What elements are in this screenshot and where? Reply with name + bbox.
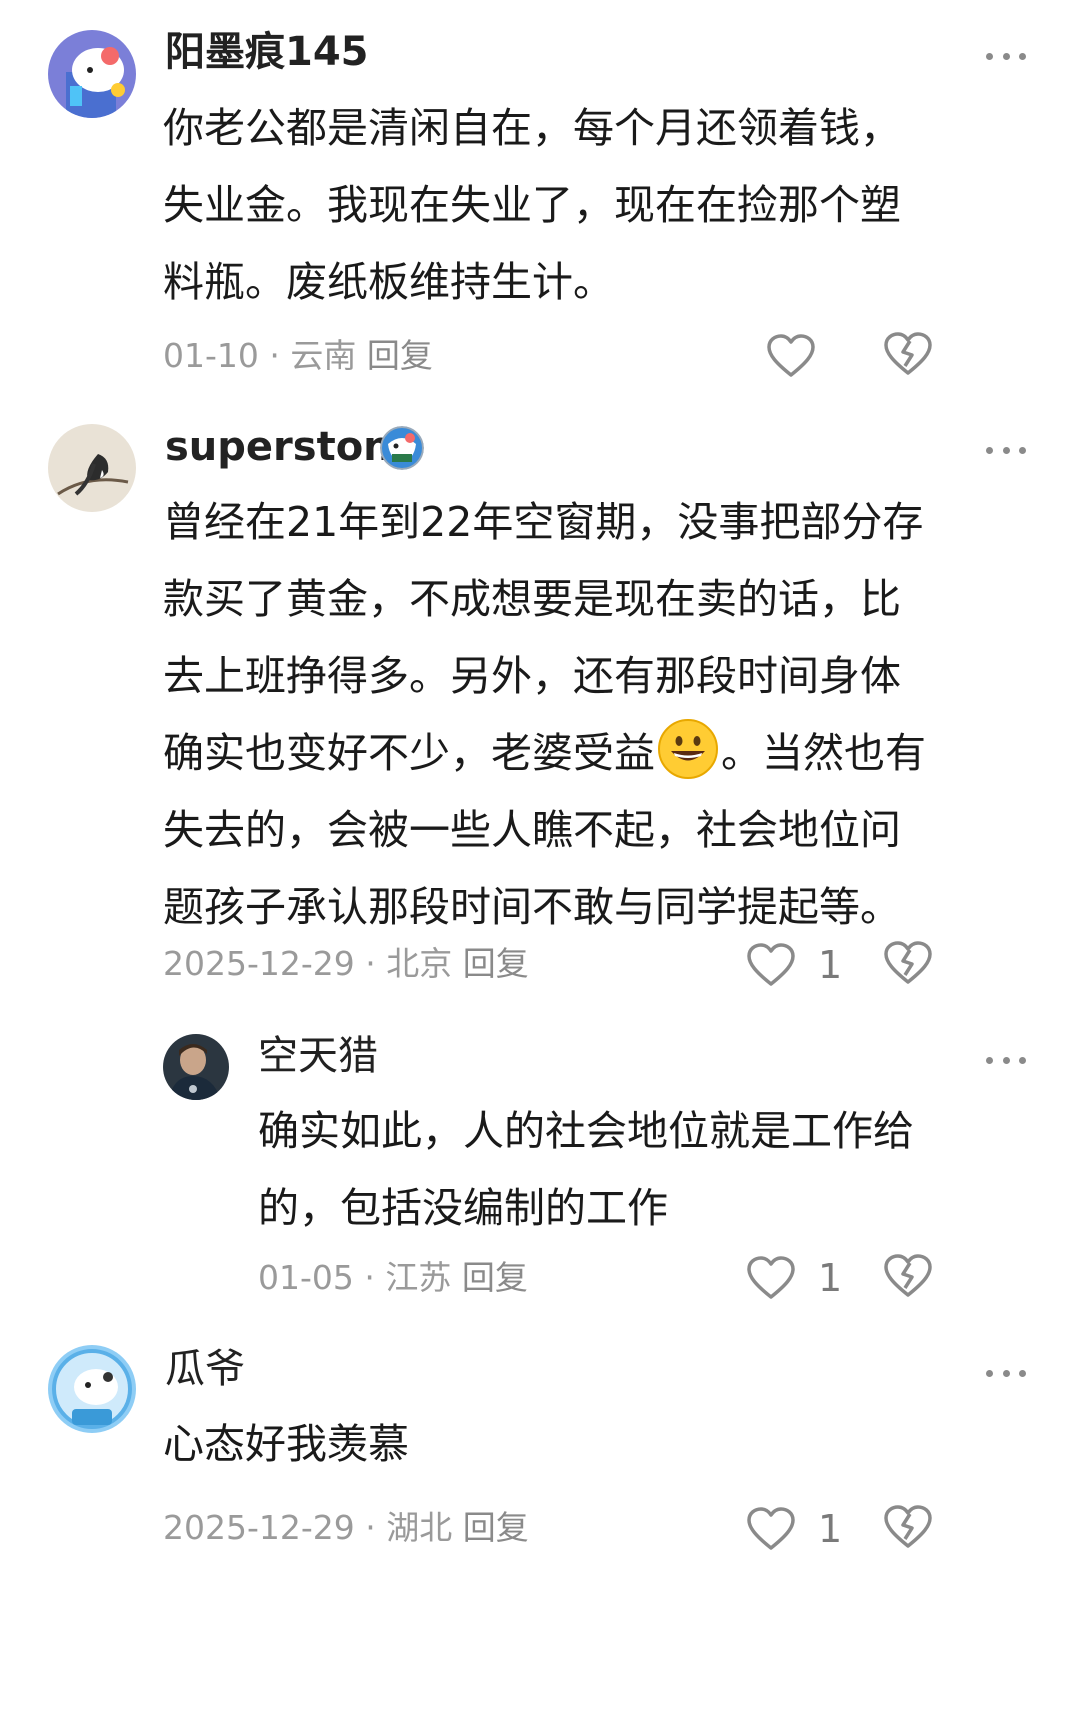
comment-line: 心态好我羡慕 <box>163 1420 409 1468</box>
comment-4: 瓜爷 心态好我羡慕 2025-12-29 · 湖北 回复 1 <box>0 0 1080 1714</box>
reply-button[interactable]: 回复 <box>463 1508 529 1547</box>
username[interactable]: 瓜爷 <box>165 1345 245 1393</box>
dislike-button[interactable] <box>883 1504 933 1550</box>
comment-location: 湖北 <box>386 1508 453 1547</box>
broken-heart-icon <box>884 1505 932 1548</box>
user-avatar[interactable] <box>48 1345 136 1433</box>
comment-text: 心态好我羡慕 <box>163 1406 409 1483</box>
cartoon-cow-astronaut-avatar-icon <box>48 1345 136 1433</box>
comment-date: 2025-12-29 <box>163 1508 355 1547</box>
comment-meta: 2025-12-29 · 湖北 回复 <box>163 1508 529 1548</box>
like-button[interactable]: 1 <box>746 1504 842 1554</box>
like-count: 1 <box>818 1507 843 1551</box>
more-options-icon[interactable] <box>986 1363 1026 1383</box>
meta-separator: · <box>354 1508 387 1547</box>
heart-icon <box>747 1507 795 1550</box>
